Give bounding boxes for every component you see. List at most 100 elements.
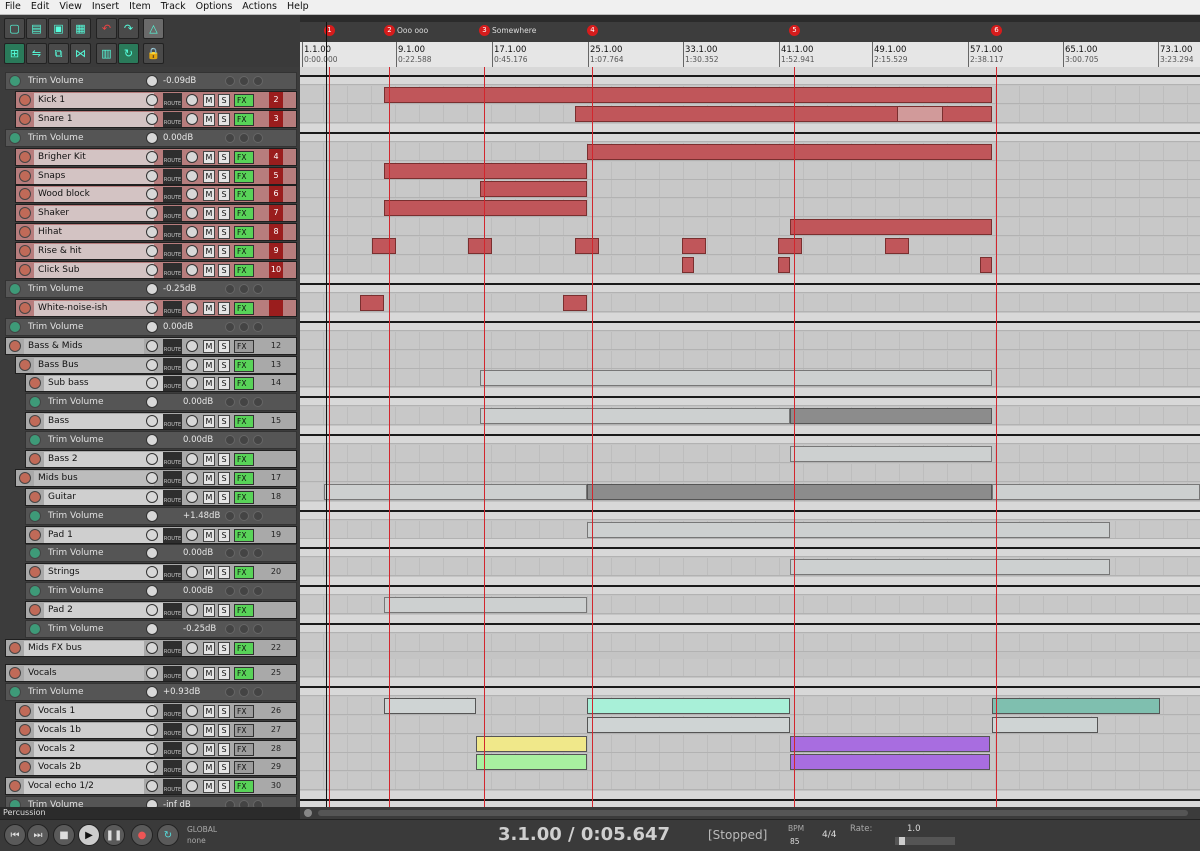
- envelope-active-icon[interactable]: [29, 434, 41, 446]
- media-item[interactable]: [384, 200, 587, 216]
- track-name[interactable]: Bass Bus: [34, 358, 154, 373]
- route-button[interactable]: ROUTE: [163, 150, 182, 165]
- track-name[interactable]: Click Sub: [34, 263, 154, 278]
- new-project-icon[interactable]: ▢: [4, 18, 25, 39]
- media-item[interactable]: [384, 597, 587, 613]
- volume-knob-icon[interactable]: [146, 396, 158, 408]
- menu-insert[interactable]: Insert: [87, 0, 124, 14]
- marker-4[interactable]: 4: [587, 25, 598, 36]
- volume-knob-icon[interactable]: [146, 686, 158, 698]
- track-name[interactable]: Trim Volume: [24, 320, 144, 335]
- envelope-value[interactable]: +0.93dB: [163, 686, 221, 699]
- save-project-icon[interactable]: ▣: [48, 18, 69, 39]
- media-item[interactable]: [372, 238, 396, 254]
- bypass-icon[interactable]: [225, 133, 235, 143]
- time-display[interactable]: 3.1.00 / 0:05.647: [498, 824, 670, 845]
- envelope-arm-icon[interactable]: [239, 624, 249, 634]
- media-item[interactable]: [587, 144, 992, 160]
- timeline-ruler[interactable]: 1.1.00 0:00.000 9.1.00 0:22.588 17.1.00 0:45.…: [300, 42, 1200, 68]
- record-arm-icon[interactable]: [29, 453, 41, 465]
- mute-button[interactable]: M: [203, 340, 215, 353]
- rate-slider-handle[interactable]: [899, 837, 905, 845]
- fx-button[interactable]: FX: [234, 604, 254, 617]
- envelope-active-icon[interactable]: [29, 547, 41, 559]
- track-bass-mids[interactable]: Bass & Mids ROUTE M S FX 12: [5, 337, 297, 355]
- record-arm-icon[interactable]: [19, 188, 31, 200]
- media-item[interactable]: [384, 87, 992, 103]
- track-snare-1[interactable]: Snare 1 ROUTE M S FX 3: [15, 110, 297, 128]
- lane[interactable]: [300, 218, 1200, 236]
- fx-button[interactable]: FX: [234, 245, 254, 258]
- track-mids-fx-bus[interactable]: Mids FX bus ROUTE M S FX 22: [5, 639, 297, 657]
- pan-knob-icon[interactable]: [186, 340, 198, 352]
- lane[interactable]: [300, 199, 1200, 217]
- envelope-line[interactable]: [300, 510, 1200, 512]
- bypass-icon[interactable]: [225, 586, 235, 596]
- volume-knob-icon[interactable]: [146, 94, 158, 106]
- track-wood-block[interactable]: Wood block ROUTE M S FX 6: [15, 185, 297, 203]
- envelope-lane-trim-volume[interactable]: Trim Volume +0.93dB: [5, 683, 297, 701]
- volume-knob-icon[interactable]: [146, 491, 158, 503]
- mute-button[interactable]: M: [203, 724, 215, 737]
- pan-knob-icon[interactable]: [186, 359, 198, 371]
- fx-button[interactable]: FX: [234, 642, 254, 655]
- volume-knob-icon[interactable]: [146, 724, 158, 736]
- envelope-lane-trim-volume[interactable]: Trim Volume 0.00dB: [5, 318, 297, 336]
- envelope-active-icon[interactable]: [9, 75, 21, 87]
- mute-button[interactable]: M: [203, 264, 215, 277]
- media-item[interactable]: [480, 181, 587, 197]
- envelope-active-icon[interactable]: [9, 799, 21, 807]
- route-button[interactable]: ROUTE: [163, 376, 182, 391]
- envelope-menu-icon[interactable]: [253, 397, 263, 407]
- media-item[interactable]: [360, 295, 384, 311]
- envelope-value[interactable]: -inf dB: [163, 799, 221, 807]
- marker-3[interactable]: 3: [479, 25, 490, 36]
- solo-button[interactable]: S: [218, 667, 230, 680]
- undo-icon[interactable]: ↶: [96, 18, 117, 39]
- route-button[interactable]: ROUTE: [163, 471, 182, 486]
- route-button[interactable]: ROUTE: [163, 112, 182, 127]
- rate-slider[interactable]: [895, 837, 955, 845]
- fx-button[interactable]: FX: [234, 453, 254, 466]
- global-automation-label[interactable]: GLOBAL: [187, 825, 217, 834]
- fx-button[interactable]: FX: [234, 705, 254, 718]
- mute-button[interactable]: M: [203, 761, 215, 774]
- pan-knob-icon[interactable]: [186, 472, 198, 484]
- volume-knob-icon[interactable]: [146, 359, 158, 371]
- pan-knob-icon[interactable]: [186, 245, 198, 257]
- pan-knob-icon[interactable]: [186, 453, 198, 465]
- pan-knob-icon[interactable]: [186, 151, 198, 163]
- volume-knob-icon[interactable]: [146, 113, 158, 125]
- fx-button[interactable]: FX: [234, 377, 254, 390]
- media-item[interactable]: [476, 736, 587, 752]
- media-item[interactable]: [468, 238, 492, 254]
- route-button[interactable]: ROUTE: [163, 169, 182, 184]
- envelope-line[interactable]: [300, 434, 1200, 436]
- pan-knob-icon[interactable]: [186, 415, 198, 427]
- media-item[interactable]: [476, 754, 587, 770]
- mute-button[interactable]: M: [203, 667, 215, 680]
- play-icon[interactable]: ▶: [78, 824, 100, 846]
- envelope-menu-icon[interactable]: [253, 511, 263, 521]
- record-arm-icon[interactable]: [9, 667, 21, 679]
- lane[interactable]: [300, 275, 1200, 293]
- lane[interactable]: [300, 86, 1200, 104]
- record-arm-icon[interactable]: [19, 151, 31, 163]
- solo-button[interactable]: S: [218, 780, 230, 793]
- menu-actions[interactable]: Actions: [237, 0, 282, 14]
- track-white-noise-ish[interactable]: White-noise-ish ROUTE M S FX: [15, 299, 297, 317]
- envelope-lane-trim-volume[interactable]: Trim Volume 0.00dB: [25, 393, 297, 411]
- mute-button[interactable]: M: [203, 302, 215, 315]
- envelope-arm-icon[interactable]: [239, 548, 249, 558]
- track-pad-1[interactable]: Pad 1 ROUTE M S FX 19: [25, 526, 297, 544]
- track-name[interactable]: Vocals 2: [34, 742, 154, 757]
- repeat-icon[interactable]: ↻: [157, 824, 179, 846]
- volume-knob-icon[interactable]: [146, 472, 158, 484]
- track-name[interactable]: Hihat: [34, 225, 154, 240]
- envelope-menu-icon[interactable]: [253, 800, 263, 807]
- pan-knob-icon[interactable]: [186, 761, 198, 773]
- fx-button[interactable]: FX: [234, 94, 254, 107]
- envelope-line[interactable]: [300, 75, 1200, 77]
- solo-button[interactable]: S: [218, 340, 230, 353]
- mute-button[interactable]: M: [203, 207, 215, 220]
